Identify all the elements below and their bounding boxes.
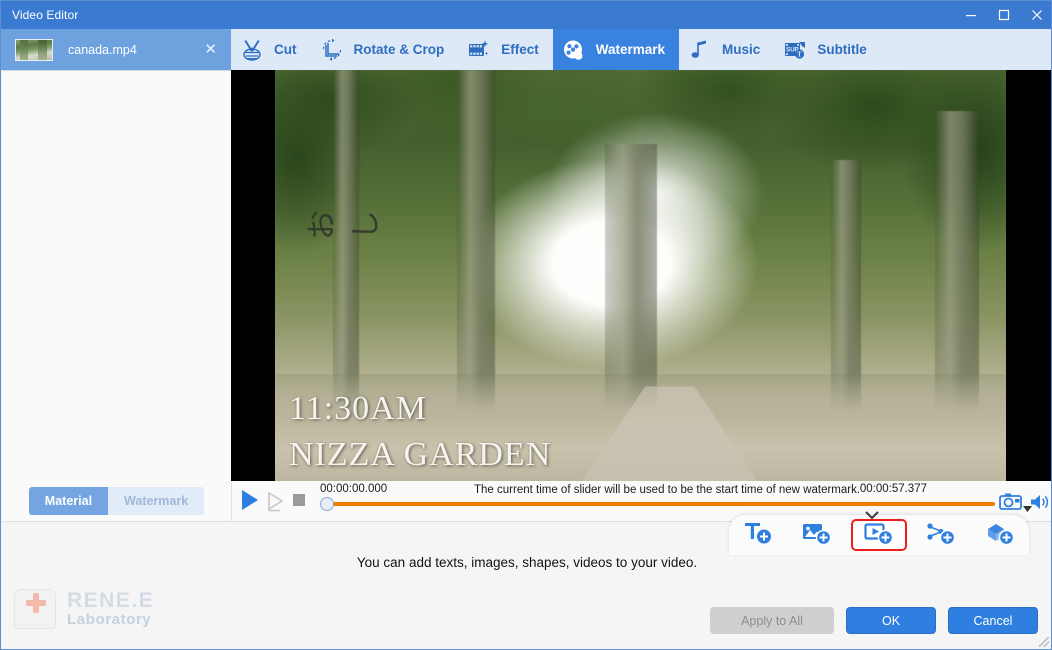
scissors-icon (239, 37, 265, 63)
add-text-icon (743, 520, 773, 551)
timeline-handle[interactable] (320, 497, 334, 511)
add-shape-watermark-button[interactable] (917, 519, 965, 551)
tab-music[interactable]: Music (679, 29, 774, 70)
segment-material[interactable]: Material (28, 487, 109, 515)
brand-name: RENE.E (67, 589, 155, 613)
video-preview[interactable]: おし 11:30AM NIZZA GARDEN (275, 70, 1006, 481)
total-time-label: 00:00:57.377 (859, 483, 927, 495)
add-shape-icon (925, 520, 957, 551)
rotate-crop-icon (319, 37, 345, 63)
subtitle-icon: SUB T (782, 37, 808, 63)
tab-rotate-crop-label: Rotate & Crop (353, 42, 445, 57)
file-tab-canada[interactable]: canada.mp4 ✕ (1, 29, 231, 70)
file-tab-label: canada.mp4 (68, 42, 137, 57)
watermark-icon (561, 37, 587, 63)
brand-watermark: RENE.E Laboratory (14, 589, 154, 629)
timeline-track[interactable] (328, 502, 995, 506)
volume-icon[interactable] (1029, 493, 1051, 516)
minimize-button[interactable] (954, 1, 987, 29)
timeline-hint: The current time of slider will be used … (474, 484, 861, 496)
current-time-label: 00:00:00.000 (320, 483, 388, 495)
bottom-hint-text: You can add texts, images, shapes, video… (356, 555, 698, 570)
panel-mode-switch: Material Watermark (2, 481, 231, 521)
video-overlay-time: 11:30AM (289, 390, 427, 427)
close-button[interactable] (1020, 1, 1051, 29)
tab-effect[interactable]: Effect (458, 29, 553, 70)
window-title: Video Editor (12, 8, 79, 22)
brand-text: RENE.E Laboratory (67, 590, 154, 628)
first-aid-kit-icon (14, 589, 56, 629)
add-image-watermark-button[interactable] (793, 519, 841, 551)
brand-subtitle: Laboratory (67, 611, 152, 629)
video-graffiti-text: おし (306, 207, 383, 240)
resize-grip[interactable] (1039, 637, 1049, 647)
file-thumbnail (15, 38, 53, 61)
video-overlay-place: NIZZA GARDEN (289, 436, 552, 473)
title-bar: Video Editor (1, 1, 1051, 29)
stop-icon[interactable] (293, 494, 305, 506)
tab-cut-label: Cut (274, 42, 297, 57)
close-icon[interactable]: ✕ (204, 42, 217, 57)
tab-watermark[interactable]: Watermark (552, 29, 680, 70)
ok-button[interactable]: OK (846, 607, 936, 634)
play-icon[interactable] (240, 489, 260, 516)
effect-film-icon (466, 37, 492, 63)
add-object-watermark-button[interactable] (976, 519, 1024, 551)
svg-text:T: T (797, 50, 802, 58)
video-stage[interactable]: おし 11:30AM NIZZA GARDEN (231, 70, 1051, 555)
segment-control: Material Watermark (28, 487, 205, 515)
tab-rotate-crop[interactable]: Rotate & Crop (311, 29, 459, 70)
video-editor-window: Video Editor canada.mp4 ✕ Cut Rotate & C… (0, 0, 1052, 650)
maximize-button[interactable] (987, 1, 1020, 29)
cancel-button[interactable]: Cancel (948, 607, 1038, 634)
window-controls (954, 1, 1051, 29)
dialog-actions: Apply to All OK Cancel (710, 607, 1038, 634)
step-frame-icon[interactable] (266, 491, 286, 517)
feature-tabs: Cut Rotate & Crop Effect Watermark Music… (231, 29, 1051, 70)
add-object-icon (984, 520, 1016, 551)
camera-icon[interactable] (999, 492, 1023, 516)
tab-music-label: Music (722, 42, 761, 57)
tab-watermark-label: Watermark (595, 42, 666, 57)
add-text-watermark-button[interactable] (734, 519, 782, 551)
apply-to-all-button[interactable]: Apply to All (710, 607, 834, 634)
chevron-down-icon[interactable] (864, 507, 880, 525)
tab-effect-label: Effect (501, 42, 539, 57)
tab-cut[interactable]: Cut (231, 29, 311, 70)
segment-watermark[interactable]: Watermark (108, 487, 205, 515)
tab-subtitle-label: Subtitle (817, 42, 867, 57)
material-list-panel[interactable] (2, 70, 231, 481)
tab-subtitle[interactable]: SUB T Subtitle (774, 29, 881, 70)
add-image-icon (801, 520, 833, 551)
music-note-icon (687, 37, 713, 63)
tab-strip: canada.mp4 ✕ Cut Rotate & Crop Effect Wa… (1, 29, 1051, 70)
